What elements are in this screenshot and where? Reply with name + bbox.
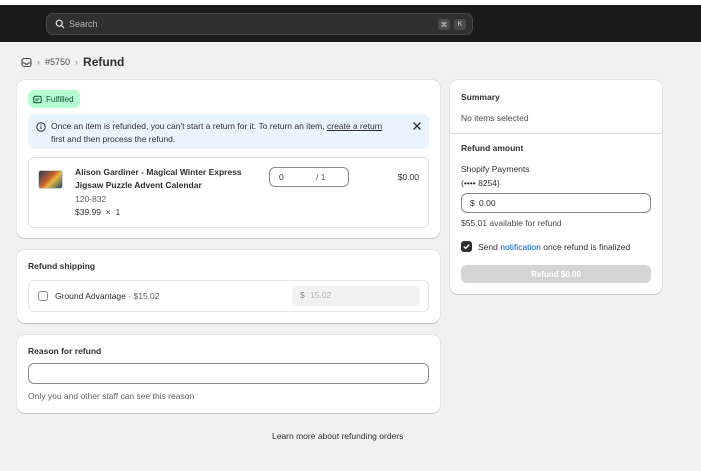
banner-text-after: first and then process the refund. — [51, 133, 176, 144]
max-quantity: / 1 — [316, 172, 326, 182]
refund-quantity-value: 0 — [279, 172, 284, 182]
page-title: Refund — [83, 55, 125, 69]
info-icon — [36, 122, 46, 132]
shipping-currency: $ — [300, 290, 305, 300]
product-name[interactable]: Alison Gardiner - Magical Winter Express… — [75, 166, 260, 192]
breadcrumb-separator: › — [37, 57, 40, 67]
reason-title: Reason for refund — [28, 346, 102, 356]
shipping-method-name: Ground Advantage — [55, 291, 126, 301]
product-thumbnail — [38, 170, 63, 189]
shipping-refund-input[interactable]: $ 15.02 — [292, 286, 420, 306]
shortcut-cmd-key: ⌘ — [438, 19, 450, 30]
shipping-separator: · — [128, 291, 132, 301]
shipping-checkbox[interactable] — [38, 291, 48, 301]
banner-message: Once an item is refunded, you can't star… — [51, 120, 396, 145]
payment-card: (•••• 8254) — [461, 178, 500, 188]
shipping-placeholder: 15.02 — [310, 290, 332, 300]
breadcrumb-order-link[interactable]: #5750 — [45, 57, 70, 67]
shipping-method: Ground Advantage · $15.02 — [55, 291, 159, 301]
close-icon[interactable] — [412, 121, 422, 131]
summary-divider — [450, 133, 662, 134]
send-notification-label: Send notification once refund is finaliz… — [478, 242, 630, 252]
banner-text: Once an item is refunded, you can't star… — [51, 121, 325, 131]
refund-currency: $ — [470, 198, 475, 208]
refund-quantity-input[interactable]: 0 / 1 — [269, 167, 349, 187]
send-text-after: once refund is finalized — [543, 242, 631, 252]
refund-amount-value: 0.00 — [479, 198, 496, 208]
times-sign: × — [105, 207, 111, 217]
product-sku: 120-832 — [75, 194, 107, 204]
payment-gateway: Shopify Payments — [461, 164, 530, 174]
return-info-banner: Once an item is refunded, you can't star… — [28, 114, 429, 149]
checkmark-icon — [463, 244, 470, 250]
notification-link[interactable]: notification — [500, 242, 541, 252]
refund-amount-input[interactable]: $ 0.00 — [461, 193, 651, 213]
ordered-quantity: 1 — [115, 207, 121, 217]
refund-shipping-title: Refund shipping — [28, 261, 96, 271]
shortcut-k-key: K — [454, 19, 466, 30]
refund-button[interactable]: Refund $0.00 — [461, 265, 651, 283]
summary-title: Summary — [461, 92, 500, 102]
fulfilled-badge-label: Fulfilled — [46, 94, 74, 104]
learn-more-link[interactable]: Learn more about refunding orders — [272, 431, 403, 441]
summary-status: No items selected — [461, 113, 529, 123]
unit-price: $39.99 — [75, 207, 101, 217]
product-price: $39.99 × 1 — [75, 207, 120, 217]
send-text: Send — [478, 242, 498, 252]
reason-input[interactable] — [28, 363, 429, 384]
available-for-refund: $55.01 available for refund — [461, 218, 562, 228]
search-placeholder: Search — [69, 19, 98, 29]
line-item-total: $0.00 — [397, 172, 419, 182]
create-return-link[interactable]: create a return — [327, 121, 382, 131]
top-bar: Search ⌘ K — [0, 5, 701, 42]
shipping-option: Ground Advantage · $15.02 $ 15.02 — [28, 280, 429, 312]
search-icon — [55, 19, 65, 29]
reason-help-text: Only you and other staff can see this re… — [28, 391, 195, 401]
search-bar[interactable]: Search ⌘ K — [46, 13, 473, 35]
fulfilled-icon — [33, 95, 42, 103]
line-item: Alison Gardiner - Magical Winter Express… — [28, 157, 429, 228]
orders-inbox-icon[interactable] — [21, 57, 32, 68]
fulfilled-status-badge: Fulfilled — [28, 90, 80, 108]
send-notification-checkbox[interactable] — [461, 241, 472, 252]
refund-amount-title: Refund amount — [461, 143, 524, 153]
breadcrumb: › #5750 › Refund — [21, 54, 124, 70]
shipping-amount: $15.02 — [133, 291, 160, 301]
breadcrumb-separator: › — [75, 57, 79, 67]
